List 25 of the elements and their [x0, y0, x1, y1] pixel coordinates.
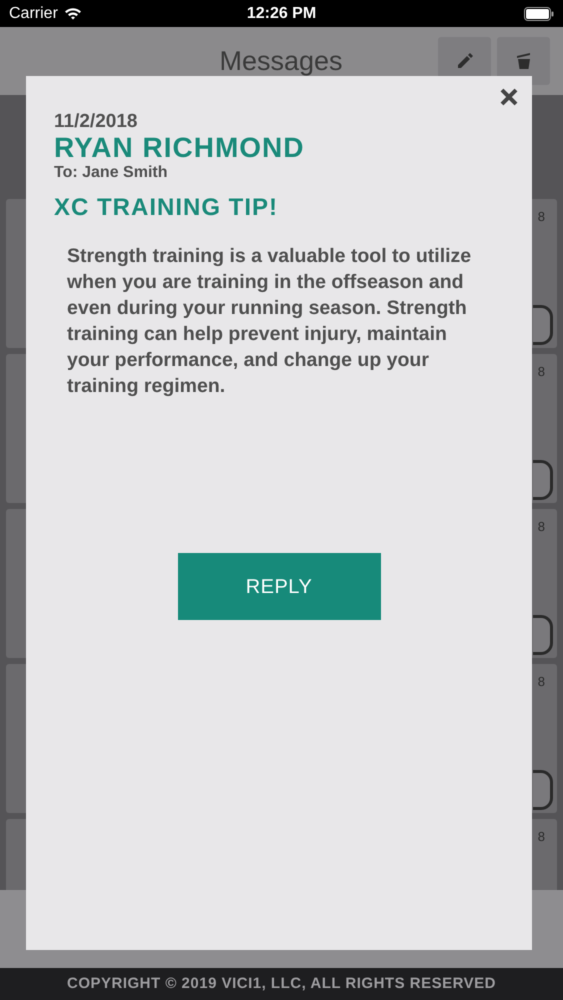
screen-title: Messages — [218, 45, 344, 78]
message-date: 11/2/2018 — [54, 111, 138, 133]
reply-button[interactable]: REPLY — [178, 553, 380, 620]
wifi-icon — [64, 7, 82, 20]
date-text: 8 — [538, 363, 545, 381]
card-button[interactable] — [533, 770, 553, 810]
card-button[interactable] — [533, 615, 553, 655]
close-icon — [499, 87, 519, 107]
recipient-text: To: Jane Smith — [54, 163, 168, 183]
carrier-text: Carrier — [9, 4, 58, 24]
date-text: 8 — [538, 208, 545, 226]
date-text: 8 — [538, 673, 545, 691]
date-text: 8 — [538, 518, 545, 536]
battery-icon — [524, 6, 554, 20]
pencil-icon — [456, 52, 474, 70]
clock-text: 12:26 PM — [246, 4, 316, 24]
close-button[interactable] — [498, 86, 520, 108]
sender-name: RYAN RICHMOND — [54, 133, 306, 163]
date-text: 8 — [538, 828, 545, 846]
message-subject: XC TRAINING TIP! — [54, 193, 279, 223]
card-button[interactable] — [533, 305, 553, 345]
card-button[interactable] — [533, 460, 553, 500]
copyright-text: COPYRIGHT © 2019 VICI1, LLC, ALL RIGHTS RESERVED — [66, 974, 496, 994]
message-body: Strength training is a valuable tool to utilize when you are training in the offseason and even during your running season. Strength training can help prevent injury, maintain your performance, and change up your training regimen. — [67, 244, 472, 399]
trash-icon — [516, 52, 530, 70]
